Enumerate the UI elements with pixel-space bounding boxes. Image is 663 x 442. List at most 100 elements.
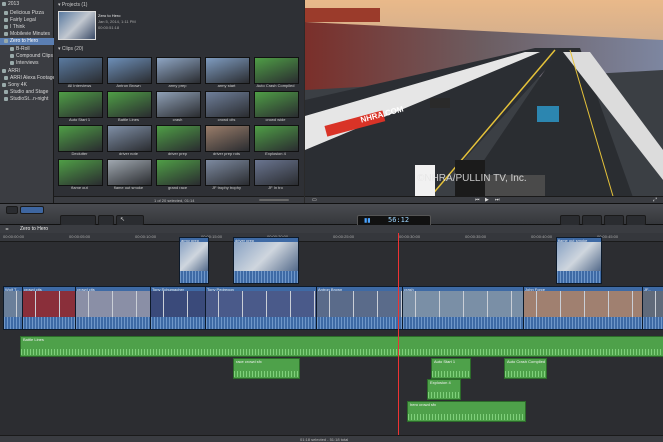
audio-waveform	[151, 317, 206, 329]
event-icon	[10, 53, 14, 58]
sidebar-item[interactable]: Mobilevie Minutes	[0, 31, 58, 38]
storyline-clip[interactable]: John Force	[523, 286, 643, 330]
clips-count: (20)	[74, 46, 84, 52]
clip-thumbnail[interactable]	[156, 159, 201, 186]
sidebar-item-label: Compound Clips	[16, 53, 53, 59]
timeline-status: 01:18 selected - 51:18 total	[300, 437, 349, 442]
clip-label: crowd cits	[217, 117, 236, 122]
sidebar-item[interactable]: StudioSt...n-night	[0, 96, 58, 103]
sidebar-item[interactable]: Fairly Legal	[0, 17, 58, 24]
clip-thumbnail[interactable]	[156, 125, 201, 152]
clip-thumbnail[interactable]	[58, 159, 103, 186]
clip-thumbnail[interactable]	[58, 57, 103, 84]
timecode-display[interactable]: 56:12	[388, 216, 409, 224]
clips-header[interactable]: ▾ Clips (20)	[58, 46, 83, 52]
audio-clip[interactable]: Auto Crash Compiled	[504, 358, 547, 379]
project-info: Zero to Hero Jan 5, 2014, 1:11 PM 00:00:…	[98, 13, 178, 31]
clip-thumbnail[interactable]	[58, 91, 103, 118]
clip-thumbnail[interactable]	[205, 159, 250, 186]
clip-label: grand race	[167, 185, 188, 190]
sidebar-item[interactable]: Zero to Hero	[0, 38, 58, 45]
storyline-clip[interactable]: Wolf T...	[3, 286, 23, 330]
sidebar-item-label: ARRI	[8, 68, 20, 74]
clip-thumbnail[interactable]	[107, 91, 152, 118]
clip-label: flame out smoke	[113, 185, 144, 190]
clip-thumbnail[interactable]	[156, 91, 201, 118]
index-arrow-icon[interactable]: ◂▸	[5, 226, 9, 231]
sidebar-item[interactable]: I Think	[0, 24, 58, 31]
clip-filmstrip	[151, 291, 206, 317]
event-icon	[4, 24, 8, 29]
event-icon	[10, 46, 14, 51]
projects-count: (1)	[81, 2, 88, 8]
audio-meter-icon[interactable]: ▮▮	[364, 217, 371, 224]
arrow-tool-icon: ↖	[120, 217, 126, 223]
clip-label: Antron Brown	[116, 83, 141, 88]
connected-clip[interactable]: driver prep	[233, 237, 299, 284]
ruler-tick-label: 00:00:00:00	[3, 234, 25, 239]
sidebar-item[interactable]: Delicious Pizza	[0, 10, 58, 17]
event-icon	[2, 68, 6, 73]
sidebar-item[interactable]: ARRI	[0, 68, 56, 75]
clip-thumbnail[interactable]	[107, 57, 152, 84]
sidebar-item[interactable]: 2013	[0, 1, 56, 8]
connected-clip[interactable]: army prep	[179, 237, 209, 284]
clip-thumbnail[interactable]	[205, 91, 250, 118]
sidebar-item[interactable]: Sony 4K	[0, 82, 56, 89]
ruler-tick-label: 00:00:30:00	[399, 234, 421, 239]
library-toggle-button[interactable]	[6, 206, 18, 214]
zoom-slider[interactable]	[259, 199, 289, 201]
clip-thumbnail[interactable]	[107, 125, 152, 152]
clip-thumbnail[interactable]	[254, 159, 299, 186]
storyline-clip[interactable]: Tony Pedregon	[205, 286, 318, 330]
clip-label: army prep	[168, 83, 187, 88]
ruler-tick-label: 00:00:40:00	[531, 234, 553, 239]
storyline-clip[interactable]: Tony Schumacher	[150, 286, 207, 330]
audio-waveform	[643, 317, 663, 329]
event-icon	[2, 1, 6, 6]
clip-thumbnail[interactable]	[254, 91, 299, 118]
sidebar-item[interactable]: ARRI Alexa Footage	[0, 75, 58, 82]
clip-label: driver prep rots	[213, 151, 240, 156]
storyline-clip[interactable]: crowd cits	[75, 286, 151, 330]
projects-header[interactable]: ▾ Projects (1)	[58, 2, 87, 8]
storyline-clip[interactable]: crash	[402, 286, 525, 330]
sidebar-item[interactable]: Studio and Stage	[0, 89, 58, 96]
playhead[interactable]	[398, 233, 399, 442]
audio-waveform	[428, 392, 460, 398]
audio-waveform	[505, 371, 546, 377]
clip-thumbnail[interactable]	[205, 57, 250, 84]
sidebar-item-label: Delicious Pizza	[10, 10, 44, 16]
clip-thumbnail[interactable]	[107, 159, 152, 186]
audio-clip[interactable]: Explosion 4	[427, 379, 461, 400]
audio-waveform	[234, 371, 299, 377]
event-icon	[4, 17, 8, 22]
clip-filmstrip	[557, 242, 601, 271]
clip-thumbnail[interactable]	[156, 57, 201, 84]
clip-thumbnail[interactable]	[205, 125, 250, 152]
audio-clip[interactable]: Auto Start 1	[431, 358, 471, 379]
clip-label: Auto Start 1	[68, 117, 91, 122]
event-icon	[4, 31, 8, 36]
clip-thumbnail[interactable]	[58, 125, 103, 152]
music-clip[interactable]: Battle Lines	[20, 336, 663, 357]
sidebar-item-label: Studio and Stage	[10, 89, 49, 95]
storyline-clip[interactable]: Antron Brown	[316, 286, 404, 330]
projects-label: Projects	[61, 2, 80, 8]
audio-waveform	[4, 317, 22, 329]
sidebar-item-label: B-Roll	[16, 46, 30, 52]
clip-name: Auto Crash Compiled	[507, 359, 546, 364]
connected-clip[interactable]: flame out smoke	[556, 237, 602, 284]
clip-label: driver prep	[167, 151, 188, 156]
storyline-clip[interactable]: crowd cits	[22, 286, 76, 330]
sidebar-item-label: I Think	[10, 24, 25, 30]
clip-thumbnail[interactable]	[254, 125, 299, 152]
browser-view-button[interactable]	[20, 206, 44, 214]
audio-waveform	[317, 317, 403, 329]
audio-clip[interactable]: hero crowd sfx	[407, 401, 526, 422]
storyline-clip[interactable]: JF...	[642, 286, 663, 330]
clip-thumbnail[interactable]	[254, 57, 299, 84]
sidebar-item-label: Fairly Legal	[10, 17, 36, 23]
project-thumbnail[interactable]	[58, 11, 96, 40]
audio-clip[interactable]: race crowd sfx	[233, 358, 300, 379]
